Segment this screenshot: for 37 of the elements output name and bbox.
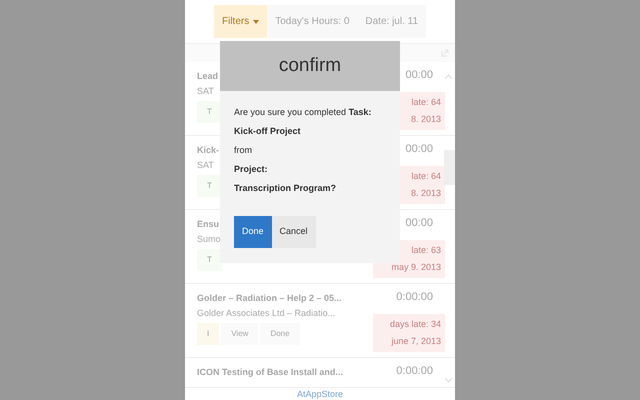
date-label: Date: jul. 11: [364, 15, 420, 29]
client-name: Sumo: [197, 234, 221, 245]
scroll-down-icon[interactable]: [445, 378, 452, 383]
scroll-up-icon[interactable]: [445, 74, 452, 79]
task-title: Golder – Radiation – Help 2 – 05...: [197, 292, 342, 304]
dialog-message-line: Kick-off Project: [234, 126, 302, 137]
action-button[interactable]: Done: [260, 323, 300, 345]
todays-hours: Today's Hours: 0: [274, 15, 350, 29]
overdue-badge: days late: 34 june 7, 2013: [373, 314, 445, 352]
tag-button[interactable]: T: [197, 249, 222, 271]
task-title: Kick-: [197, 144, 220, 156]
task-title: Lead: [197, 70, 218, 82]
client-name: SAT: [197, 160, 214, 171]
task-title: Ensu: [197, 218, 220, 230]
task-title: ICON Testing of Base Install and...: [197, 366, 343, 378]
footer-link[interactable]: AtAppStore: [296, 388, 344, 400]
action-button[interactable]: View: [221, 323, 258, 345]
timer: 0:00:00: [396, 290, 434, 304]
client-name: SAT: [197, 86, 214, 97]
client-name: Golder Associates Ltd – Radiatio...: [197, 308, 336, 319]
tag-button[interactable]: T: [197, 175, 222, 197]
dialog-message-line: from: [234, 145, 253, 156]
scrollbar-thumb[interactable]: [444, 150, 455, 185]
tag-button[interactable]: T: [197, 101, 222, 123]
dialog-title: confirm: [278, 54, 342, 78]
timer: 00:00: [405, 68, 434, 82]
timer: 00:00: [405, 216, 434, 230]
timer: 0:00:00: [396, 364, 434, 378]
dialog-message-line: Transcription Program?: [234, 183, 338, 194]
tag-button[interactable]: I: [197, 323, 220, 345]
dialog-message-line: Project:: [234, 164, 269, 175]
caret-icon: [253, 20, 260, 24]
timer: 00:00: [405, 142, 434, 156]
done-button[interactable]: Done: [234, 216, 272, 248]
cancel-button[interactable]: Cancel: [272, 216, 316, 248]
filters-button[interactable]: Filters: [214, 5, 268, 38]
dialog-message-line: Are you sure you completed Task:: [234, 107, 372, 118]
